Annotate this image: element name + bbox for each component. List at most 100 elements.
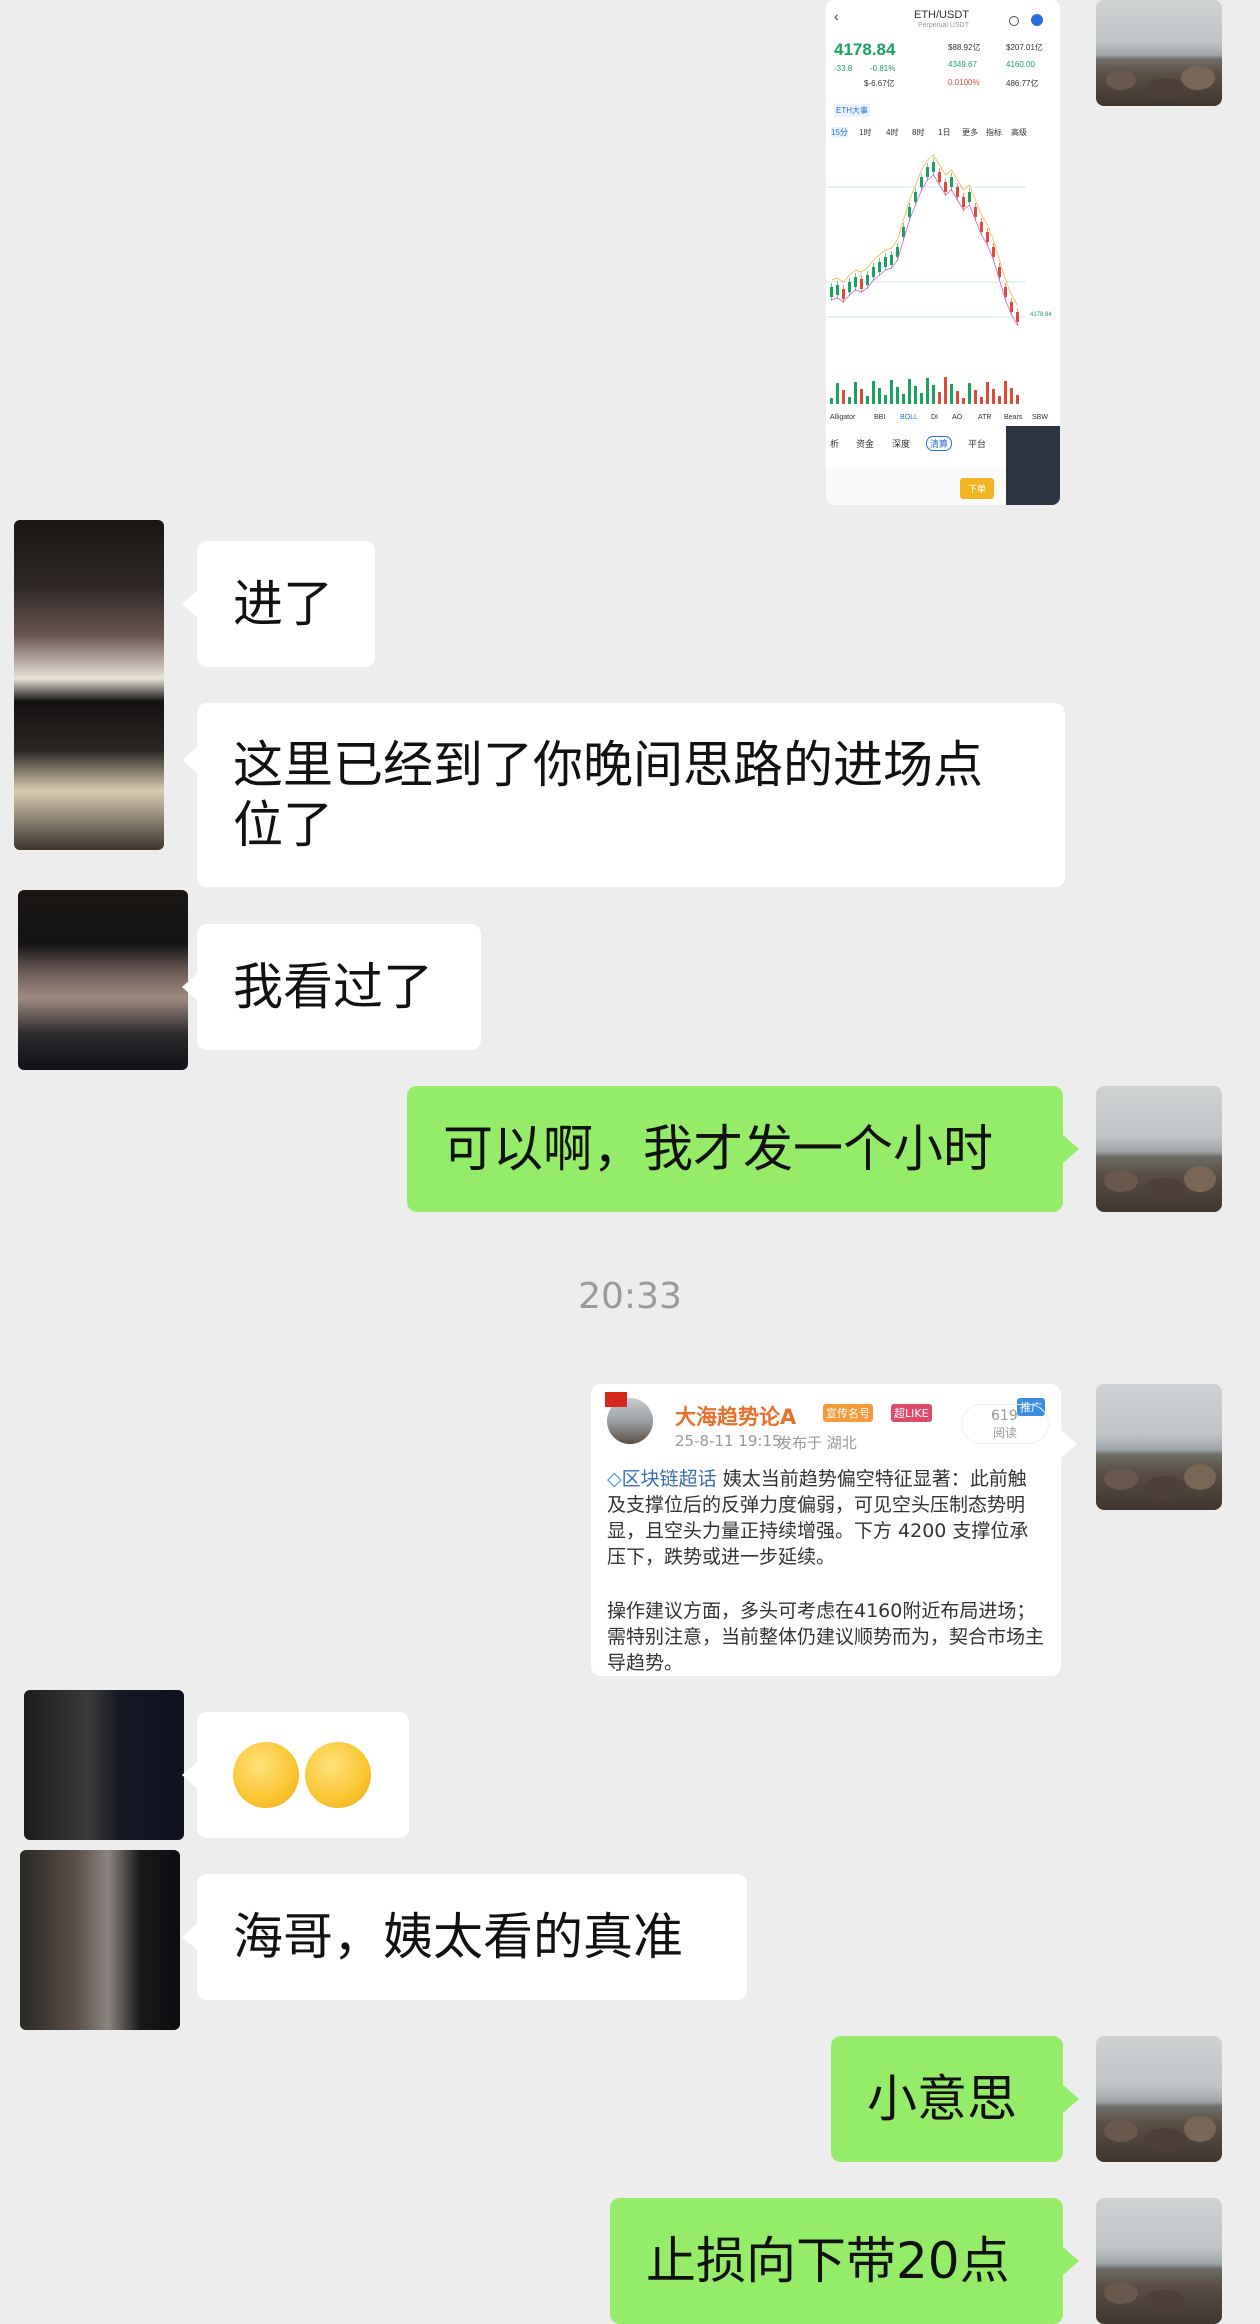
sub-tab[interactable]: 深度 [892, 437, 910, 450]
sub-tab[interactable]: 资金 [856, 437, 874, 450]
message-bubble[interactable]: 这里已经到了你晚间思路的进场点位了 [197, 703, 1065, 887]
indicator-tab[interactable]: SBW [1032, 414, 1048, 421]
tf-tab[interactable]: 1时 [859, 127, 871, 138]
reads-count: 619 [991, 1408, 1018, 1424]
message-bubble[interactable] [197, 1712, 409, 1838]
volume-bar [836, 383, 839, 404]
badge-like: 超LIKE [891, 1404, 932, 1422]
volume-bar [884, 395, 887, 404]
reads-label: 阅读 [993, 1426, 1018, 1440]
badge-name: 宣传名号 [823, 1404, 873, 1422]
search-icon[interactable] [1009, 16, 1019, 26]
shared-post-card[interactable]: 大海趋势论A 宣传名号 超LIKE 推广 619 阅读 25-8-11 19:1… [591, 1384, 1061, 1676]
self-avatar[interactable] [1096, 2036, 1222, 2162]
indicator-tab[interactable]: DI [931, 414, 938, 421]
stat-g: $-6.67亿 [864, 79, 895, 88]
tf-tab[interactable]: 15分 [831, 127, 848, 138]
volume-bar [986, 382, 989, 404]
indicator-tab[interactable]: AO [952, 414, 962, 421]
contact-avatar[interactable] [14, 520, 164, 850]
self-avatar[interactable] [1096, 1086, 1222, 1212]
pair-title: ETH/USDT [914, 9, 969, 21]
bubble-tail [1063, 1135, 1079, 1163]
volume-bar [944, 377, 947, 404]
diamond-icon: ◇ [607, 1468, 622, 1490]
message-bubble[interactable]: 止损向下带20点 [610, 2198, 1063, 2324]
contact-avatar[interactable] [18, 890, 188, 1070]
volume-bar [998, 396, 1001, 404]
shared-screenshot[interactable]: ‹ ETH/USDT Perpetual USDT 4178.84 -33.8 … [826, 0, 1060, 505]
message-bubble[interactable]: 我看过了 [197, 924, 481, 1050]
post-date: 25-8-11 19:15 [675, 1432, 782, 1450]
message-bubble[interactable]: 进了 [197, 541, 375, 667]
stat-c: 4349.67 [948, 60, 977, 69]
sub-tab[interactable]: 平台 [968, 437, 986, 450]
message-text: 海哥，姨太看的真准 [233, 1908, 683, 1966]
timestamp: 20:33 [578, 1276, 682, 1317]
volume-bar [896, 387, 899, 404]
tf-tab[interactable]: 高级 [1011, 127, 1027, 138]
indicator-tab[interactable]: BBI [874, 414, 885, 421]
volume-bar [866, 396, 869, 404]
volume-bar [938, 392, 941, 404]
self-avatar[interactable] [1096, 0, 1222, 106]
sub-tab[interactable]: 清算 [926, 436, 953, 451]
topic-link[interactable]: 区块链超话 [622, 1468, 717, 1490]
author-name[interactable]: 大海趋势论A [675, 1401, 796, 1431]
message-text: 可以啊，我才发一个小时 [443, 1120, 993, 1178]
volume-bar [920, 393, 923, 404]
message-text: 止损向下带20点 [646, 2232, 1010, 2290]
volume-bar [854, 382, 857, 404]
volume-bar [1004, 381, 1007, 404]
back-icon[interactable]: ‹ [834, 8, 839, 24]
last-price: 4178.84 [834, 40, 896, 59]
bubble-tail [1063, 2247, 1079, 2275]
tf-tab[interactable]: 4时 [886, 127, 898, 138]
indicator-tabs: Alligator BBI BOLL DI AO ATR Bears SBW [826, 412, 1060, 426]
tf-tab[interactable]: 1日 [938, 127, 950, 138]
stat-b: $207.01亿 [1006, 43, 1043, 52]
bubble-tail [182, 1923, 198, 1951]
message-bubble[interactable]: 小意思 [831, 2036, 1063, 2162]
post-location: 发布于 湖北 [777, 1434, 857, 1452]
timeframe-tabs: 15分 1时 4时 8时 1日 更多 指标 高级 [826, 124, 1060, 140]
volume-bar [974, 390, 977, 404]
pair-subtitle: Perpetual USDT [918, 22, 969, 29]
self-avatar[interactable] [1096, 2198, 1222, 2324]
message-text: 进了 [233, 575, 333, 633]
post-body: ◇区块链超话 姨太当前趋势偏空特征显著：此前触及支撑位后的反弹力度偏弱，可见空头… [607, 1466, 1045, 1570]
message-text: 小意思 [867, 2070, 1017, 2128]
candlestick-chart[interactable] [826, 142, 1060, 412]
indicator-tab[interactable]: Bears [1004, 414, 1022, 421]
ticker-tag[interactable]: ETH大事 [834, 104, 870, 117]
bubble-tail [182, 590, 198, 618]
bubble-tail [182, 973, 198, 1001]
stat-a: $88.92亿 [948, 43, 981, 52]
message-bubble[interactable]: 可以啊，我才发一个小时 [407, 1086, 1063, 1212]
live-icon[interactable] [1031, 14, 1043, 26]
sub-tab[interactable]: 析 [830, 437, 839, 450]
change-pct: -0.81% [870, 64, 896, 73]
indicator-tab[interactable]: ATR [978, 414, 991, 421]
stat-d: 4160.00 [1006, 60, 1035, 69]
tf-tab[interactable]: 8时 [912, 127, 924, 138]
tf-tab[interactable]: 更多 [962, 127, 978, 138]
message-bubble[interactable]: 海哥，姨太看的真准 [197, 1874, 747, 2000]
self-avatar[interactable] [1096, 1384, 1222, 1510]
volume-bar [950, 384, 953, 404]
volume-bar [956, 391, 959, 404]
post-paragraph: 操作建议方面，多头可考虑在4160附近布局进场；需特别注意，当前整体仍建议顺势而… [607, 1600, 1045, 1674]
grin-emoji-icon [233, 1742, 299, 1808]
indicator-tab[interactable]: BOLL [900, 414, 918, 421]
contact-avatar[interactable] [20, 1850, 180, 2030]
change-abs: -33.8 [834, 64, 853, 73]
bubble-tail [1063, 2085, 1079, 2113]
grin-emoji-icon [305, 1742, 371, 1808]
volume-bar [1016, 395, 1019, 404]
contact-avatar[interactable] [24, 1690, 184, 1840]
order-button[interactable]: 下单 [960, 478, 995, 499]
indicator-tab[interactable]: Alligator [830, 414, 855, 421]
volume-bar [968, 383, 971, 404]
volume-bar [860, 389, 863, 404]
tf-tab[interactable]: 指标 [986, 127, 1002, 138]
